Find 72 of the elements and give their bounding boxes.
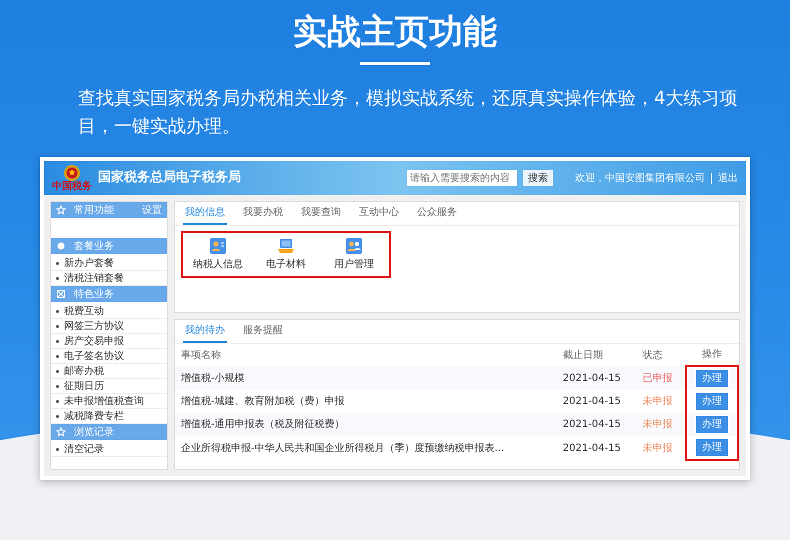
sidebar-item[interactable]: 征期日历 <box>64 381 104 392</box>
shortcut-label: 电子材料 <box>266 258 306 272</box>
emblem-icon <box>62 164 82 182</box>
todo-tab[interactable]: 服务提醒 <box>241 320 285 343</box>
handle-button[interactable]: 办理 <box>696 416 728 433</box>
table-cell: 2021-04-15 <box>556 366 637 390</box>
column-header: 事项名称 <box>175 344 557 366</box>
sidebar-item[interactable]: 电子签名协议 <box>64 351 124 362</box>
dot-icon <box>56 241 66 251</box>
bullet-icon <box>56 400 59 403</box>
grid-icon <box>56 289 66 299</box>
todo-tab[interactable]: 我的待办 <box>183 320 227 343</box>
sidebar-item[interactable]: 清税注销套餐 <box>64 273 124 284</box>
bullet-icon <box>56 448 59 451</box>
sidebar-item[interactable]: 清空记录 <box>64 444 104 455</box>
bullet-icon <box>56 262 59 265</box>
main-tab[interactable]: 公众服务 <box>415 202 459 225</box>
bullet-icon <box>56 324 59 328</box>
sidebar-item[interactable]: 房产交易申报 <box>64 336 124 347</box>
sidebar-item[interactable]: 新办户套餐 <box>64 258 114 269</box>
page-title: 实战主页功能 <box>292 11 498 54</box>
handle-button[interactable]: 办理 <box>696 370 728 387</box>
logo-caption: 中国税务 <box>52 182 92 192</box>
status-text: 未申报 <box>636 390 686 413</box>
table-cell: 增值税-小规模 <box>175 366 557 390</box>
search-button[interactable]: 搜索 <box>523 170 553 186</box>
column-header: 状态 <box>636 344 686 366</box>
status-text: 未申报 <box>636 436 686 460</box>
main-tab[interactable]: 我要查询 <box>299 202 343 225</box>
section-title: 套餐业务 <box>74 240 114 254</box>
bullet-icon <box>56 370 59 373</box>
star-icon <box>56 427 66 437</box>
sidebar-item[interactable]: 未申报增值税查询 <box>64 396 144 407</box>
table-cell: 增值税-通用申报表（税及附征税费） <box>175 413 557 436</box>
bullet-icon <box>56 340 59 343</box>
column-header: 操作 <box>686 344 738 366</box>
id-card-icon[interactable] <box>209 237 227 255</box>
section-title: 常用功能 <box>74 204 114 218</box>
welcome-text: 欢迎，中国安图集团有限公司 <box>575 172 705 186</box>
shortcut-label: 纳税人信息 <box>193 258 243 272</box>
handle-button[interactable]: 办理 <box>696 393 728 410</box>
section-title: 特色业务 <box>74 288 114 302</box>
laptop-icon[interactable] <box>277 237 295 255</box>
sidebar-item[interactable]: 网签三方协议 <box>64 321 124 332</box>
page-description: 查找真实国家税务局办税相关业务，模拟实战系统，还原真实操作体验，4大练习项目，一键实战办理。 <box>78 87 738 139</box>
status-text: 未申报 <box>636 413 686 436</box>
bullet-icon <box>56 276 59 280</box>
bullet-icon <box>56 354 59 358</box>
bullet-icon <box>56 414 59 418</box>
star-icon <box>56 205 66 215</box>
table-cell: 2021-04-15 <box>556 413 637 436</box>
table-cell: 2021-04-15 <box>556 436 637 460</box>
main-tab[interactable]: 我要办税 <box>241 202 285 225</box>
sidebar-item[interactable]: 邮寄办税 <box>64 366 104 377</box>
bullet-icon <box>56 310 59 313</box>
section-title: 浏览记录 <box>74 426 114 440</box>
site-title: 国家税务总局电子税务局 <box>98 168 241 188</box>
bullet-icon <box>56 384 59 388</box>
users-icon[interactable] <box>345 237 363 255</box>
status-text: 已申报 <box>636 366 686 390</box>
table-cell: 增值税-城建、教育附加税（费）申报 <box>175 390 557 413</box>
handle-button[interactable]: 办理 <box>696 439 728 456</box>
search-field[interactable]: 请输入需要搜索的内容 <box>407 170 517 186</box>
column-header: 截止日期 <box>556 344 637 366</box>
table-cell: 企业所得税申报-中华人民共和国企业所得税月（季）度预缴纳税申报表... <box>175 436 557 460</box>
main-tab[interactable]: 互动中心 <box>357 202 401 225</box>
sidebar-item[interactable]: 减税降费专栏 <box>64 411 124 422</box>
table-cell: 2021-04-15 <box>556 390 637 413</box>
sidebar-item[interactable]: 税费互动 <box>64 306 104 317</box>
main-tab[interactable]: 我的信息 <box>183 202 227 225</box>
shortcut-label: 用户管理 <box>334 258 374 272</box>
title-underline <box>360 62 430 65</box>
